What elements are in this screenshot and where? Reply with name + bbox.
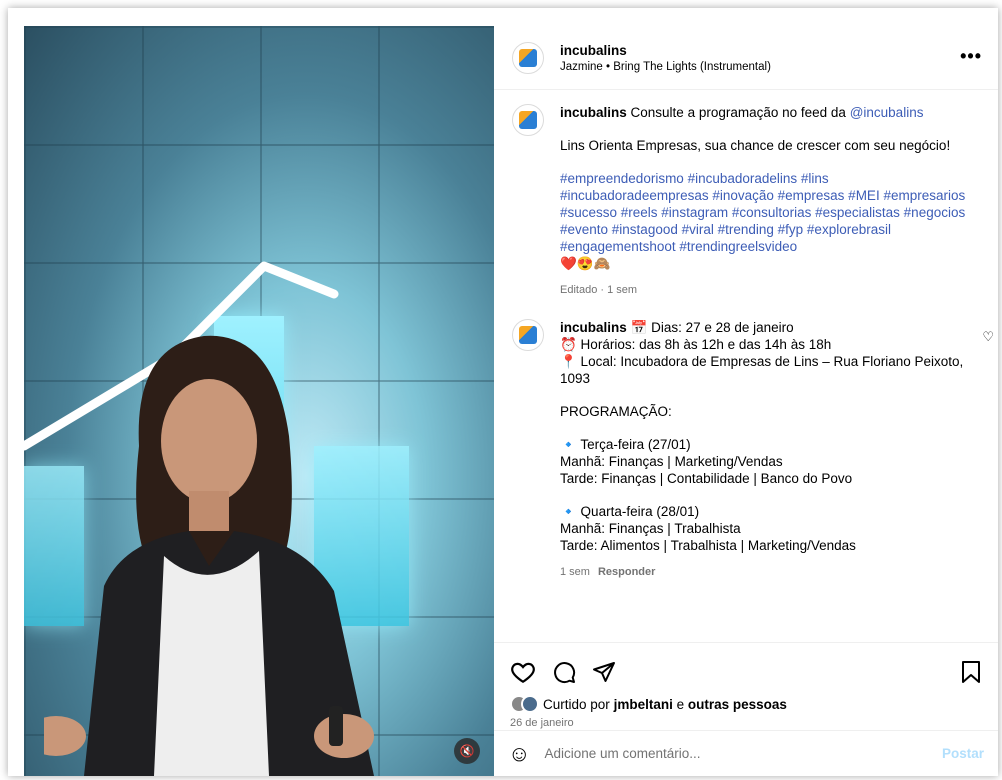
- caption: incubalins Consulte a programação no fee…: [494, 90, 998, 299]
- emoji-picker-icon[interactable]: ☺: [508, 741, 530, 767]
- avatar[interactable]: [512, 104, 544, 136]
- liked-by-others[interactable]: outras pessoas: [688, 697, 787, 712]
- like-comment-heart-icon[interactable]: ♡: [982, 329, 994, 345]
- caption-line: Lins Orienta Empresas, sua chance de cre…: [560, 138, 951, 153]
- reply-button[interactable]: Responder: [598, 566, 655, 578]
- caption-username[interactable]: incubalins: [560, 105, 627, 120]
- likes-summary: Curtido por jmbeltani e outras pessoas: [494, 689, 998, 713]
- comment: incubalins 📅 Dias: 27 e 28 de janeiro ⏰ …: [494, 299, 998, 581]
- comment-line: ⏰ Horários: das 8h às 12h e das 14h às 1…: [560, 337, 832, 352]
- comment-line: Tarde: Alimentos | Trabalhista | Marketi…: [560, 538, 856, 553]
- comment-line: 🔹 Quarta-feira (28/01): [560, 504, 700, 519]
- like-heart-icon[interactable]: [510, 659, 536, 685]
- reel-video[interactable]: 🔇: [24, 26, 494, 776]
- audio-track[interactable]: Jazmine • Bring The Lights (Instrumental…: [560, 61, 771, 73]
- incubalins-logo-icon: [519, 48, 537, 67]
- post-username[interactable]: incubalins: [560, 43, 771, 58]
- post-actions: Curtido por jmbeltani e outras pessoas 2…: [494, 642, 998, 776]
- avatar[interactable]: [512, 319, 544, 351]
- post-window: 🔇 incubalins Jazmine • Bring The Lights …: [8, 8, 998, 776]
- comment-line: 📅 Dias: 27 e 28 de janeiro: [630, 320, 794, 335]
- comment-input[interactable]: [544, 746, 942, 761]
- caption-emojis: ❤️😍🙈: [560, 256, 611, 271]
- liked-by-user[interactable]: jmbeltani: [614, 697, 673, 712]
- comment-time: 1 sem: [560, 566, 590, 578]
- comment-bubble-icon[interactable]: [552, 660, 576, 684]
- caption-text: Consulte a programação no feed da: [630, 105, 846, 120]
- caption-meta: Editado · 1 sem: [560, 284, 638, 296]
- more-options-icon[interactable]: •••: [960, 46, 982, 67]
- add-comment-bar: ☺ Postar: [494, 730, 998, 776]
- caption-hashtags[interactable]: #empreendedorismo #incubadoradelins #lin…: [560, 170, 970, 255]
- avatar[interactable]: [512, 41, 544, 74]
- comment-line: 🔹 Terça-feira (27/01): [560, 437, 691, 452]
- post-sidebar: incubalins Jazmine • Bring The Lights (I…: [494, 26, 998, 776]
- presenter-figure: [44, 335, 374, 776]
- comment-heading: PROGRAMAÇÃO:: [560, 404, 672, 419]
- comment-line: Tarde: Finanças | Contabilidade | Banco …: [560, 471, 853, 486]
- post-comment-button[interactable]: Postar: [942, 746, 984, 761]
- incubalins-logo-icon: [519, 111, 537, 129]
- comment-line: 📍 Local: Incubadora de Empresas de Lins …: [560, 354, 964, 386]
- comments-list[interactable]: incubalins Consulte a programação no fee…: [494, 90, 998, 642]
- save-bookmark-icon[interactable]: [960, 660, 982, 684]
- incubalins-logo-icon: [519, 326, 537, 344]
- comment-line: Manhã: Finanças | Trabalhista: [560, 521, 741, 536]
- post-header: incubalins Jazmine • Bring The Lights (I…: [494, 26, 998, 90]
- liker-avatar[interactable]: [521, 695, 539, 713]
- comment-line: Manhã: Finanças | Marketing/Vendas: [560, 454, 783, 469]
- share-send-icon[interactable]: [592, 660, 616, 684]
- mute-icon[interactable]: 🔇: [454, 738, 480, 764]
- caption-mention[interactable]: @incubalins: [850, 105, 924, 120]
- comment-username[interactable]: incubalins: [560, 320, 627, 335]
- post-date[interactable]: 26 de janeiro: [494, 713, 998, 729]
